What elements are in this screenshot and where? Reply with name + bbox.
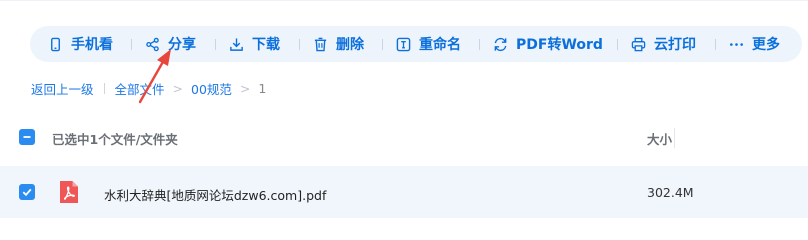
toolbar-divider bbox=[715, 39, 716, 50]
file-size: 302.4M bbox=[647, 185, 694, 200]
breadcrumb: 返回上一级 全部文件 > 00规范 > 1 bbox=[31, 79, 267, 98]
size-column-header[interactable]: 大小 bbox=[647, 129, 672, 148]
toolbar-divider bbox=[299, 39, 300, 50]
ellipsis-icon bbox=[730, 42, 743, 46]
selection-count-label: 已选中1个文件/文件夹 bbox=[52, 132, 178, 147]
column-divider bbox=[674, 128, 675, 148]
cloud-print-label: 云打印 bbox=[654, 37, 696, 53]
row-checkbox[interactable] bbox=[19, 184, 35, 200]
breadcrumb-separator: > bbox=[172, 80, 184, 96]
rename-label: 重命名 bbox=[419, 37, 461, 53]
phone-icon bbox=[51, 37, 60, 51]
breadcrumb-separator: > bbox=[239, 80, 251, 96]
minus-icon bbox=[23, 136, 31, 138]
pdf-to-word-button[interactable]: PDF转Word bbox=[493, 26, 603, 62]
back-link[interactable]: 返回上一级 bbox=[31, 79, 94, 98]
toolbar-divider bbox=[479, 39, 480, 50]
cloud-print-button[interactable]: 云打印 bbox=[631, 26, 696, 62]
checkmark-icon bbox=[22, 188, 32, 197]
download-icon bbox=[230, 37, 243, 51]
toolbar-divider bbox=[215, 39, 216, 50]
delete-button[interactable]: 删除 bbox=[313, 26, 364, 62]
breadcrumb-all-files[interactable]: 全部文件 bbox=[115, 79, 165, 98]
top-divider bbox=[0, 0, 808, 1]
select-all-checkbox[interactable] bbox=[19, 129, 35, 145]
download-label: 下载 bbox=[252, 37, 280, 53]
phone-view-button[interactable]: 手机看 bbox=[48, 26, 113, 62]
trash-icon bbox=[314, 37, 327, 51]
printer-icon bbox=[631, 37, 646, 51]
toolbar-divider bbox=[131, 39, 132, 50]
rename-button[interactable]: 重命名 bbox=[396, 26, 461, 62]
download-button[interactable]: 下载 bbox=[229, 26, 280, 62]
share-label: 分享 bbox=[168, 37, 196, 53]
delete-label: 删除 bbox=[336, 37, 364, 53]
pdf-file-icon bbox=[60, 181, 78, 203]
share-button[interactable]: 分享 bbox=[145, 26, 196, 62]
more-button[interactable]: 更多 bbox=[729, 26, 780, 62]
more-label: 更多 bbox=[752, 37, 780, 53]
file-action-toolbar: 手机看 分享 下载 删除 重命名 PDF转Word 云打印 更多 bbox=[30, 26, 802, 62]
rename-icon bbox=[396, 37, 411, 51]
breadcrumb-folder[interactable]: 00规范 bbox=[191, 79, 232, 98]
breadcrumb-current: 1 bbox=[258, 80, 267, 96]
toolbar-divider bbox=[382, 39, 383, 50]
toolbar-divider bbox=[617, 39, 618, 50]
convert-icon bbox=[494, 37, 507, 51]
breadcrumb-divider bbox=[103, 82, 105, 94]
share-icon bbox=[146, 37, 159, 51]
file-name[interactable]: 水利大辞典[地质网论坛dzw6.com].pdf bbox=[104, 185, 326, 204]
phone-view-label: 手机看 bbox=[71, 37, 113, 53]
pdf-to-word-label: PDF转Word bbox=[516, 37, 603, 53]
